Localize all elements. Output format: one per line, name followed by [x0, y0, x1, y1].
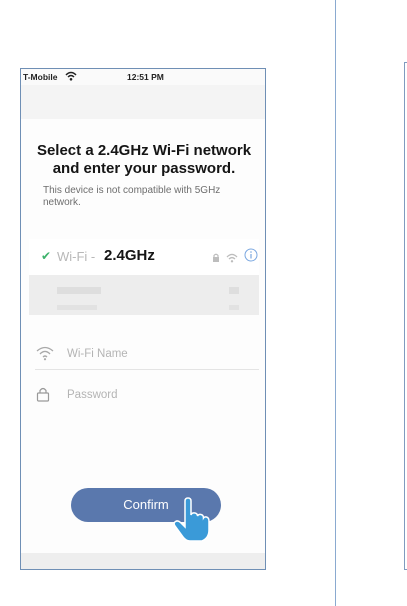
- password-placeholder: Password: [67, 389, 118, 401]
- wifi-band-label: 2.4GHz: [104, 247, 155, 264]
- blurred-network-detail: [229, 305, 239, 310]
- password-field[interactable]: Password: [35, 382, 259, 410]
- blurred-network-row: [57, 287, 101, 294]
- blurred-network-row: [57, 305, 97, 310]
- selected-wifi-row[interactable]: ✔ Wi-Fi - 2.4GHz: [29, 239, 259, 275]
- carrier-label: T-Mobile: [23, 72, 58, 82]
- check-icon: ✔: [41, 249, 52, 263]
- status-bar: T-Mobile 12:51 PM: [21, 69, 265, 85]
- info-icon[interactable]: [244, 248, 258, 267]
- wifi-name-field[interactable]: Wi-Fi Name: [35, 341, 259, 370]
- home-indicator-area: [21, 553, 265, 569]
- page-title: Select a 2.4GHz Wi-Fi network and enter …: [36, 142, 252, 177]
- wifi-icon: [226, 250, 238, 268]
- wifi-prefix-label: Wi-Fi -: [57, 249, 96, 264]
- status-time: 12:51 PM: [127, 72, 164, 82]
- nav-header: [21, 85, 265, 119]
- lock-icon: [212, 250, 220, 268]
- blurred-network-detail: [229, 287, 239, 294]
- wifi-icon: [35, 345, 55, 366]
- panel-divider: [335, 0, 336, 606]
- compatibility-note: This device is not compatible with 5GHz …: [43, 185, 221, 208]
- wifi-signal-icon: [65, 71, 77, 83]
- wifi-name-placeholder: Wi-Fi Name: [67, 348, 128, 360]
- phone-screen: T-Mobile 12:51 PM Select a 2.4GHz Wi-Fi …: [20, 68, 266, 570]
- password-lock-icon: [35, 386, 51, 407]
- hand-pointer-icon: [171, 497, 211, 548]
- wifi-network-list: ✔ Wi-Fi - 2.4GHz: [29, 239, 259, 315]
